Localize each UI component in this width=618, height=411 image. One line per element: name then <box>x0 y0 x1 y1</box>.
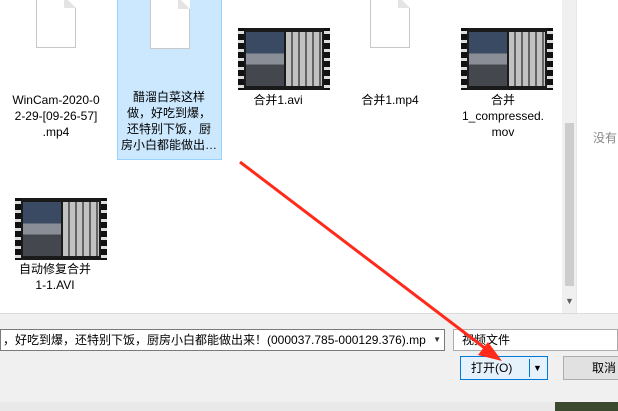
cancel-button-label: 取消 <box>592 361 617 375</box>
filename-value: ，好吃到爆，还特别下饭，厨房小白都能做出来！(000037.785-000129… <box>3 333 426 347</box>
vertical-scrollbar[interactable]: ▼ <box>562 0 576 313</box>
file-name-label: WinCam-2020-0 2-29-[09-26-57] .mp4 <box>12 93 100 139</box>
scrollbar-thumb[interactable] <box>565 123 574 286</box>
file-list-pane[interactable]: WinCam-2020-0 2-29-[09-26-57] .mp4 醋溜白菜这样做… <box>0 0 562 313</box>
file-item[interactable]: 自动修复合并 1-1.AVI <box>5 192 107 292</box>
video-thumbnail-icon <box>461 28 553 90</box>
file-name-label: 合并1.mp4 <box>361 93 419 107</box>
file-name-label: 合并 1_compressed. mov <box>461 93 545 139</box>
file-item[interactable]: 合并1.avi <box>228 0 330 120</box>
cancel-button[interactable]: 取消 <box>563 356 618 380</box>
open-button[interactable]: 打开(O) ▼ <box>460 356 548 380</box>
file-name-label: 醋溜白菜这样 做，好吃到爆， 还特别下饭，厨 房小白都能做出… <box>120 90 217 152</box>
video-thumbnail-icon <box>15 198 107 260</box>
video-thumbnail-icon <box>238 28 330 90</box>
open-options-chevron-down-icon[interactable]: ▼ <box>533 357 542 379</box>
file-item[interactable]: WinCam-2020-0 2-29-[09-26-57] .mp4 <box>6 0 106 150</box>
file-item[interactable]: 合并 1_compressed. mov <box>453 0 553 150</box>
dialog-footer: ，好吃到爆，还特别下饭，厨房小白都能做出来！(000037.785-000129… <box>0 313 618 411</box>
file-item-selected[interactable]: 醋溜白菜这样 做，好吃到爆， 还特别下饭，厨 房小白都能做出… <box>117 0 222 160</box>
filename-input[interactable]: ，好吃到爆，还特别下饭，厨房小白都能做出来！(000037.785-000129… <box>0 329 445 351</box>
chevron-down-icon[interactable]: ▼ <box>433 330 441 350</box>
document-file-icon <box>370 0 410 48</box>
filetype-select[interactable]: 视频文件 <box>453 329 618 351</box>
split-divider <box>529 359 530 377</box>
document-file-icon <box>36 0 76 48</box>
preview-hint-text: 没有 <box>593 131 618 145</box>
preview-pane: 没有 <box>576 0 618 313</box>
file-item[interactable]: 合并1.mp4 <box>340 0 440 120</box>
scroll-down-arrow-icon[interactable]: ▼ <box>565 296 574 306</box>
file-name-label: 合并1.avi <box>253 93 303 107</box>
file-name-label: 自动修复合并 1-1.AVI <box>18 262 91 292</box>
open-button-label: 打开(O) <box>471 361 513 375</box>
document-file-icon <box>150 0 190 49</box>
filetype-value: 视频文件 <box>462 333 511 347</box>
